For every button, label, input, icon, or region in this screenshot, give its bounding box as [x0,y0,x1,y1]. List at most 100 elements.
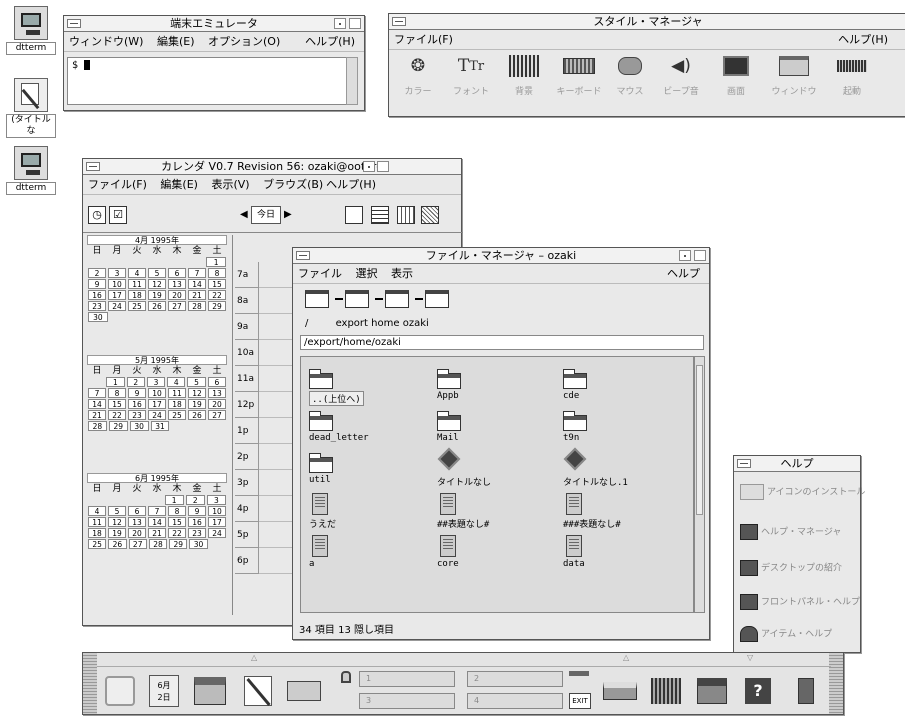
day-cell[interactable]: 10 [108,279,126,289]
day-cell[interactable]: 5 [108,506,126,516]
fp-style-manager[interactable] [645,669,687,713]
day-cell[interactable]: 21 [188,290,206,300]
file-item[interactable]: タイトルなし.1 [563,447,683,488]
fp-app-manager[interactable] [691,669,733,713]
style-icon-screen[interactable]: 画面 [709,54,763,97]
day-cell[interactable]: 22 [108,410,126,420]
day-cell[interactable]: 17 [208,517,226,527]
day-cell[interactable]: 3 [108,268,126,278]
todo-editor-icon[interactable]: ☑ [109,206,127,224]
day-cell[interactable]: 2 [126,377,145,387]
day-cell[interactable]: 29 [108,421,128,431]
file-item[interactable]: data [563,535,683,569]
terminal-title-bar[interactable]: 端末エミュレータ [64,16,364,32]
style-icon-mouse[interactable]: マウス [603,54,657,97]
style-icon-font[interactable]: T Tr フォント [444,54,498,97]
day-cell[interactable]: 9 [188,506,206,516]
fp-trash[interactable] [785,669,827,713]
day-cell[interactable]: 1 [164,495,184,505]
style-manager-window[interactable]: スタイル・マネージャ ファイル(F) ヘルプ(H) ❂ カラー T Tr フォント 背… [388,13,905,117]
terminal-text-area[interactable]: $ [67,57,347,105]
menu-file[interactable]: ファイル(F) [389,30,458,49]
day-cell[interactable]: 26 [148,301,166,311]
terminal-scrollbar[interactable] [346,57,358,105]
day-cell[interactable]: 28 [148,539,168,549]
help-item-front-panel[interactable]: フロントパネル・ヘルプ [740,594,860,610]
day-cell[interactable]: 25 [168,410,186,420]
day-cell[interactable]: 5 [148,268,166,278]
file-manager-title-bar[interactable]: ファイル・マネージャ – ozaki [293,248,709,264]
file-item[interactable]: ###表題なし# [563,493,683,530]
folder-icon[interactable] [305,290,329,308]
day-cell[interactable]: 11 [128,279,146,289]
day-cell[interactable]: 3 [146,377,166,387]
day-cell[interactable]: 30 [88,312,108,322]
file-item[interactable]: a [309,535,429,569]
minimize-icon[interactable] [679,250,691,261]
exit-button[interactable]: EXIT [569,693,591,709]
today-button[interactable]: 今日 [251,206,281,224]
window-menu-icon[interactable] [86,162,100,171]
day-cell[interactable]: 30 [189,539,208,549]
file-item[interactable]: うえだ [309,493,429,530]
menu-edit[interactable]: 編集(E) [152,32,200,51]
fp-file-manager[interactable] [189,669,231,713]
day-cell[interactable]: 15 [168,517,186,527]
appointment-editor-icon[interactable]: ◷ [88,206,106,224]
style-icon-startup[interactable]: 起動 [825,54,879,97]
day-cell[interactable]: 6 [207,377,226,387]
file-item[interactable]: core [437,535,557,569]
style-icon-backdrop[interactable]: 背景 [497,54,551,97]
day-cell[interactable]: 25 [88,539,107,549]
day-cell[interactable]: 25 [128,301,146,311]
day-cell[interactable]: 11 [88,517,106,527]
file-item[interactable]: dead_letter [309,409,429,443]
day-cell[interactable]: 4 [128,268,146,278]
menu-options[interactable]: オプション(O) [203,32,285,51]
day-cell[interactable]: 7 [148,506,166,516]
day-cell[interactable]: 21 [88,410,106,420]
day-cell[interactable]: 14 [88,399,106,409]
desktop-icon-dtterm-1[interactable]: dtterm [6,6,56,55]
day-cell[interactable]: 9 [128,388,146,398]
prev-arrow-icon[interactable]: ◀ [240,209,248,220]
day-cell[interactable]: 11 [168,388,186,398]
file-item[interactable]: t9n [563,409,683,443]
file-item[interactable]: Mail [437,409,557,443]
maximize-icon[interactable] [694,250,706,261]
menu-window[interactable]: ウィンドウ(W) [64,32,148,51]
menu-help[interactable]: ヘルプ(H) [321,175,381,194]
day-cell[interactable]: 26 [188,410,206,420]
day-cell[interactable]: 8 [168,506,186,516]
month-view-icon[interactable] [397,206,415,224]
file-manager-window[interactable]: ファイル・マネージャ – ozaki ファイル 選択 表示 ヘルプ / expo… [292,247,710,640]
fp-clock[interactable] [99,669,141,713]
help-item-desktop-intro[interactable]: デスクトップの紹介 [740,560,842,576]
maximize-icon[interactable] [349,18,361,29]
year-view-icon[interactable] [421,206,439,224]
day-cell[interactable]: 24 [208,528,226,538]
menu-file[interactable]: ファイル(F) [83,175,152,194]
day-cell[interactable]: 19 [148,290,166,300]
subpanel-arrow-icon[interactable]: △ [623,653,629,662]
calendar-title-bar[interactable]: カレンダ V0.7 Revision 56: ozaki@ootoro [83,159,461,175]
workspace-3[interactable]: 3 [359,693,455,709]
menu-view[interactable]: 表示 [386,264,418,283]
workspace-4[interactable]: 4 [467,693,563,709]
day-cell[interactable]: 6 [128,506,146,516]
day-cell[interactable]: 21 [148,528,166,538]
next-arrow-icon[interactable]: ▶ [284,209,292,220]
window-menu-icon[interactable] [67,19,81,28]
day-cell[interactable]: 29 [208,301,226,311]
day-cell[interactable]: 22 [208,290,226,300]
window-menu-icon[interactable] [296,251,310,260]
fp-mailer[interactable] [283,669,325,713]
file-item[interactable]: util [309,451,429,485]
day-cell[interactable]: 23 [128,410,146,420]
day-cell[interactable]: 5 [187,377,206,387]
file-item[interactable]: タイトルなし [437,447,557,488]
day-cell[interactable]: 13 [208,388,226,398]
day-cell[interactable]: 13 [168,279,186,289]
menu-view[interactable]: 表示(V) [206,175,254,194]
day-cell[interactable]: 3 [206,495,226,505]
